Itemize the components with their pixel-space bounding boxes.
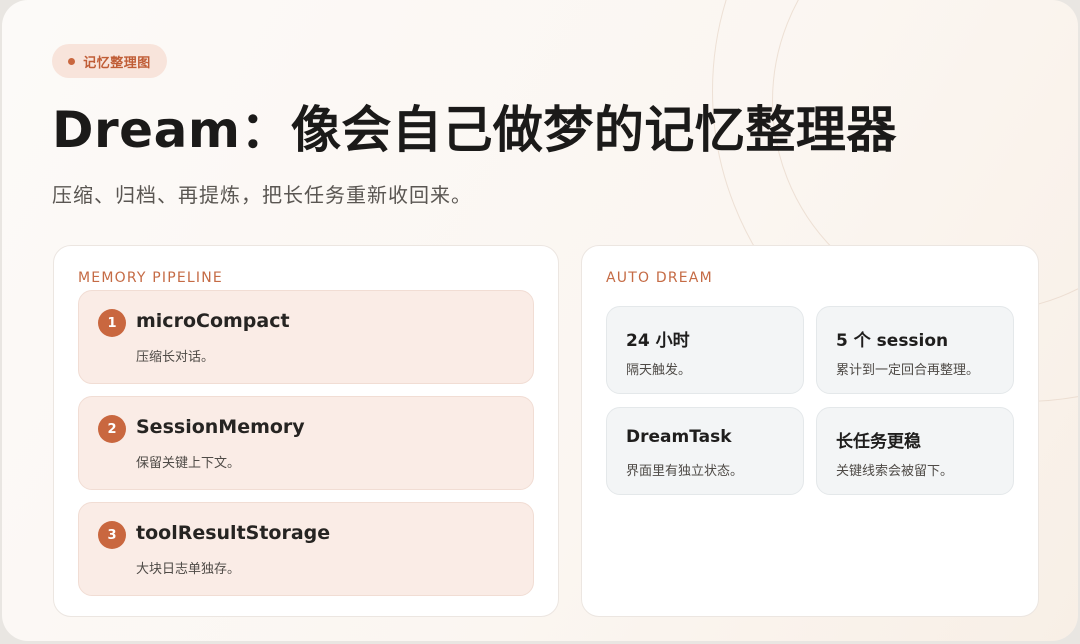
info-card: DreamTask 界面里有独立状态。	[606, 407, 804, 495]
badge-label: 记忆整理图	[83, 55, 151, 71]
badge-dot-icon	[68, 57, 76, 65]
step-number-badge: 3	[98, 521, 126, 549]
panel-label: AUTO DREAM	[606, 270, 713, 286]
card-title: 长任务更稳	[836, 432, 921, 452]
page-title: Dream：像会自己做梦的记忆整理器	[52, 101, 897, 159]
info-card: 长任务更稳 关键线索会被留下。	[816, 407, 1014, 495]
pipeline-step: 1 microCompact 压缩长对话。	[78, 290, 534, 384]
step-description: 大块日志单独存。	[136, 562, 241, 577]
step-number-badge: 2	[98, 415, 126, 443]
step-title: microCompact	[136, 310, 290, 332]
slide: 记忆整理图 Dream：像会自己做梦的记忆整理器 压缩、归档、再提炼，把长任务重…	[2, 0, 1078, 641]
card-description: 累计到一定回合再整理。	[836, 363, 980, 378]
info-card: 5 个 session 累计到一定回合再整理。	[816, 306, 1014, 394]
card-title: DreamTask	[626, 427, 732, 447]
pipeline-step: 3 toolResultStorage 大块日志单独存。	[78, 502, 534, 596]
step-description: 保留关键上下文。	[136, 456, 241, 471]
step-number-badge: 1	[98, 309, 126, 337]
panel-label: MEMORY PIPELINE	[78, 270, 223, 286]
card-description: 关键线索会被留下。	[836, 464, 954, 479]
card-title: 5 个 session	[836, 331, 949, 351]
auto-dream-panel: AUTO DREAM 24 小时 隔天触发。 5 个 session 累计到一定…	[581, 245, 1039, 617]
card-title: 24 小时	[626, 331, 690, 351]
memory-pipeline-panel: MEMORY PIPELINE 1 microCompact 压缩长对话。 2 …	[53, 245, 559, 617]
step-description: 压缩长对话。	[136, 350, 215, 365]
pipeline-step: 2 SessionMemory 保留关键上下文。	[78, 396, 534, 490]
page-subtitle: 压缩、归档、再提炼，把长任务重新收回来。	[52, 183, 472, 207]
section-badge: 记忆整理图	[52, 44, 167, 78]
step-title: SessionMemory	[136, 416, 305, 438]
card-description: 界面里有独立状态。	[626, 464, 744, 479]
info-card: 24 小时 隔天触发。	[606, 306, 804, 394]
card-description: 隔天触发。	[626, 363, 692, 378]
step-title: toolResultStorage	[136, 522, 331, 544]
